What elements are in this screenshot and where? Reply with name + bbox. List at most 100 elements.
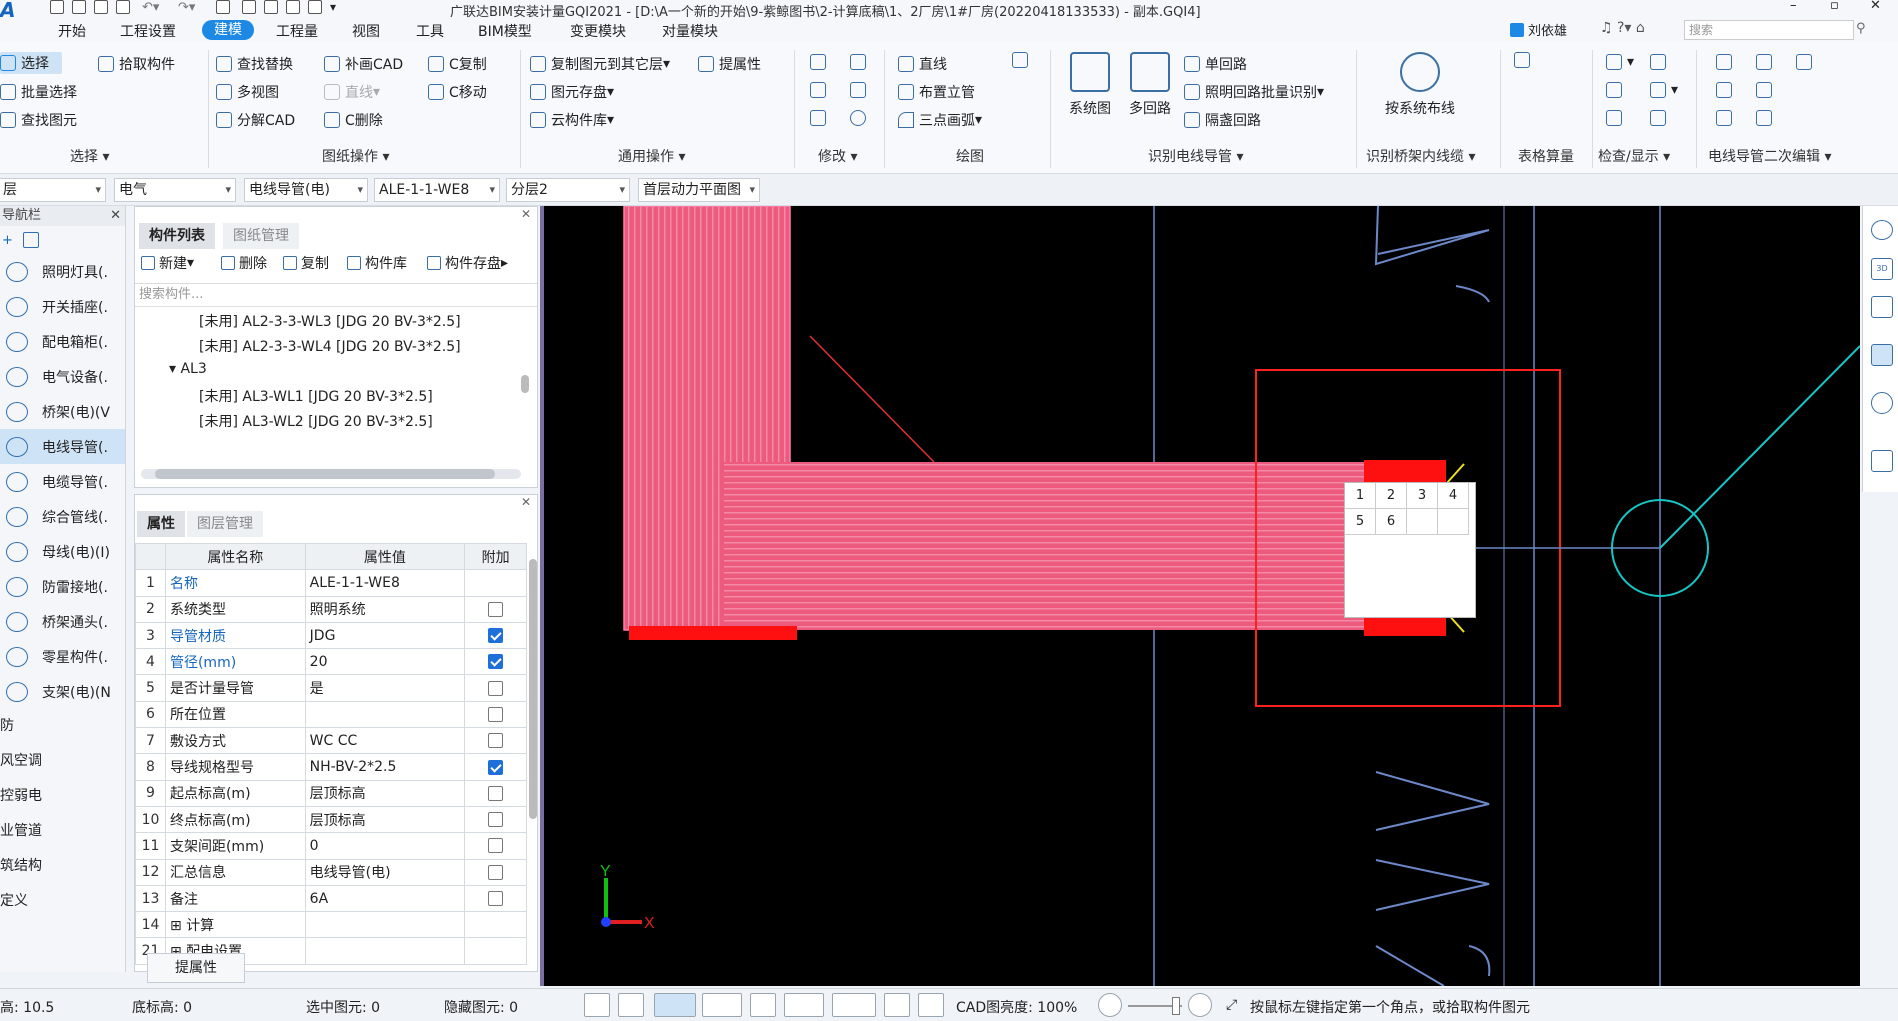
property-row[interactable]: 6 所在位置	[135, 700, 527, 729]
attr-value[interactable]	[304, 937, 466, 965]
edit-d-icon[interactable]	[1716, 82, 1737, 98]
help-icon[interactable]: ♫ ?▾ ⌂	[1600, 20, 1645, 36]
property-row[interactable]: 4 管径(mm) 20	[135, 648, 527, 676]
attr-value[interactable]: 层顶标高	[304, 779, 466, 807]
property-row[interactable]: 14 ⊞ 计算	[135, 911, 527, 939]
copy-to-layer-button[interactable]: 复制图元到其它层 ▾	[530, 54, 670, 74]
property-row[interactable]: 13 备注 6A	[135, 884, 527, 913]
table-calc-icon[interactable]	[1514, 52, 1535, 68]
attr-value[interactable]	[304, 700, 466, 729]
extra-checkbox[interactable]	[488, 706, 504, 722]
menu-change[interactable]: 变更模块	[570, 21, 626, 41]
component-library-button[interactable]: 构件库	[347, 253, 407, 273]
three-point-arc-button[interactable]: 三点画弧 ▾	[898, 110, 982, 130]
delete-component-button[interactable]: 删除	[221, 253, 267, 273]
tree-item[interactable]: [未用] AL3-WL2 [JDG 20 BV-3*2.5]	[199, 411, 433, 431]
window-icon[interactable]	[286, 0, 300, 14]
component-type-select[interactable]: 电线导管(电)	[244, 178, 368, 202]
tab-component-list[interactable]: 构件列表	[139, 223, 215, 249]
extra-checkbox[interactable]	[488, 733, 504, 749]
3d-view-icon[interactable]: 3D	[1871, 258, 1893, 280]
attr-value[interactable]: 照明系统	[304, 595, 466, 623]
menu-bim-model[interactable]: BIM模型	[478, 21, 532, 41]
layer-select[interactable]: 分层2	[506, 178, 630, 202]
close-icon[interactable]: ✕	[1870, 0, 1881, 13]
list-check-icon[interactable]	[1650, 110, 1671, 126]
c-move-button[interactable]: C移动	[428, 82, 487, 102]
extra-checkbox[interactable]	[488, 864, 504, 880]
nav-item[interactable]: 电气设备(.	[0, 359, 125, 394]
show-icon[interactable]	[1606, 82, 1627, 98]
nav-item[interactable]: 防雷接地(.	[0, 569, 125, 604]
edit-g-icon[interactable]	[1756, 110, 1777, 126]
group-label-edit2[interactable]: 电线导管二次编辑 ▾	[1708, 146, 1831, 166]
modify-mirror-icon[interactable]	[850, 54, 871, 70]
group-label-check[interactable]: 检查/显示 ▾	[1598, 146, 1670, 166]
grid-icon[interactable]	[242, 0, 256, 14]
separate-loop-button[interactable]: 隔盏回路	[1184, 110, 1261, 130]
attr-value[interactable]: 层顶标高	[304, 805, 466, 834]
expand-icon[interactable]: ⤢	[1226, 997, 1237, 1013]
copy-component-button[interactable]: 复制	[283, 253, 329, 273]
property-row[interactable]: 12 汇总信息 电线导管(电)	[135, 858, 527, 886]
nav-item[interactable]: 综合管线(.	[0, 499, 125, 534]
menu-compare[interactable]: 对量模块	[662, 21, 718, 41]
attr-value[interactable]: 20	[304, 648, 466, 676]
draw-cad-button[interactable]: 补画CAD	[324, 54, 403, 74]
batch-select-button[interactable]: 批量选择	[0, 82, 77, 102]
new-icon[interactable]	[72, 0, 86, 14]
tree-hscrollbar[interactable]	[141, 469, 521, 479]
zoom-out-icon[interactable]	[1098, 993, 1122, 1017]
extra-checkbox[interactable]	[488, 680, 504, 696]
snap-cell[interactable]	[1438, 509, 1469, 535]
new-component-button[interactable]: 新建 ▾	[141, 253, 194, 273]
snap-cell[interactable]: 5	[1345, 509, 1376, 535]
ortho-icon[interactable]	[618, 993, 644, 1017]
system-diagram-button[interactable]: 系统图	[1060, 52, 1120, 118]
group-label-recognize[interactable]: 识别电线导管 ▾	[1148, 146, 1243, 166]
menu-quantity[interactable]: 工程量	[276, 21, 318, 41]
property-scrollbar[interactable]	[529, 559, 537, 819]
tree-item[interactable]: [未用] AL2-3-3-WL3 [JDG 20 BV-3*2.5]	[199, 311, 461, 331]
discipline-select[interactable]: 电气	[114, 178, 236, 202]
find-replace-button[interactable]: 查找替换	[216, 54, 293, 74]
modify-rotate-icon[interactable]	[850, 110, 871, 126]
nav-item[interactable]: 开关插座(.	[0, 289, 125, 324]
modify-delete-icon[interactable]	[810, 110, 831, 126]
extract-attr-button[interactable]: 提属性	[698, 54, 761, 74]
property-row[interactable]: 5 是否计量导管是	[135, 674, 527, 702]
attr-value[interactable]: 是	[304, 674, 466, 702]
modify-copy-icon[interactable]	[810, 54, 831, 70]
draw-line-button[interactable]: 直线	[898, 54, 947, 74]
maximize-icon[interactable]: ▫	[1830, 0, 1839, 13]
nav-category[interactable]: 业管道	[0, 814, 125, 849]
view-cube-icon[interactable]	[702, 993, 742, 1017]
tree-item[interactable]: ▾ AL3	[169, 361, 207, 377]
property-row[interactable]: 9 起点标高(m) 层顶标高	[135, 779, 527, 807]
tree-item[interactable]: [未用] AL3-WL1 [JDG 20 BV-3*2.5]	[199, 386, 433, 406]
open-icon[interactable]	[50, 0, 64, 14]
report-icon[interactable]	[264, 0, 278, 14]
extra-checkbox[interactable]	[488, 785, 504, 801]
snap-cell[interactable]: 1	[1345, 483, 1376, 509]
nav-item[interactable]: 电缆导管(.	[0, 464, 125, 499]
group-label-drawing-ops[interactable]: 图纸操作 ▾	[322, 146, 389, 166]
drawing-select[interactable]: 首层动力平面图	[638, 178, 760, 202]
modify-mirror2-icon[interactable]	[850, 82, 871, 98]
group-label-tray[interactable]: 识别桥架内线缆 ▾	[1366, 146, 1475, 166]
extra-checkbox[interactable]	[488, 628, 504, 644]
property-row[interactable]: 10 终点标高(m) 层顶标高	[135, 805, 527, 834]
property-row[interactable]: 1 名称 ALE-1-1-WE8	[135, 569, 527, 597]
menu-start[interactable]: 开始	[58, 21, 86, 41]
extra-checkbox[interactable]	[488, 601, 504, 617]
tab-properties[interactable]: 属性	[137, 511, 185, 537]
layout-icon[interactable]	[884, 993, 910, 1017]
explode-cad-button[interactable]: 分解CAD	[216, 110, 295, 130]
nav-item[interactable]: 桥架通头(.	[0, 604, 125, 639]
component-search-input[interactable]: 搜索构件...	[135, 283, 537, 307]
property-row[interactable]: 7 敷设方式 WC CC	[135, 727, 527, 755]
nav-item[interactable]: 配电箱柜(.	[0, 324, 125, 359]
tab-drawing-management[interactable]: 图纸管理	[223, 223, 299, 249]
attr-value[interactable]: NH-BV-2*2.5	[304, 753, 466, 781]
nav-item[interactable]: 桥架(电)(V	[0, 394, 125, 429]
